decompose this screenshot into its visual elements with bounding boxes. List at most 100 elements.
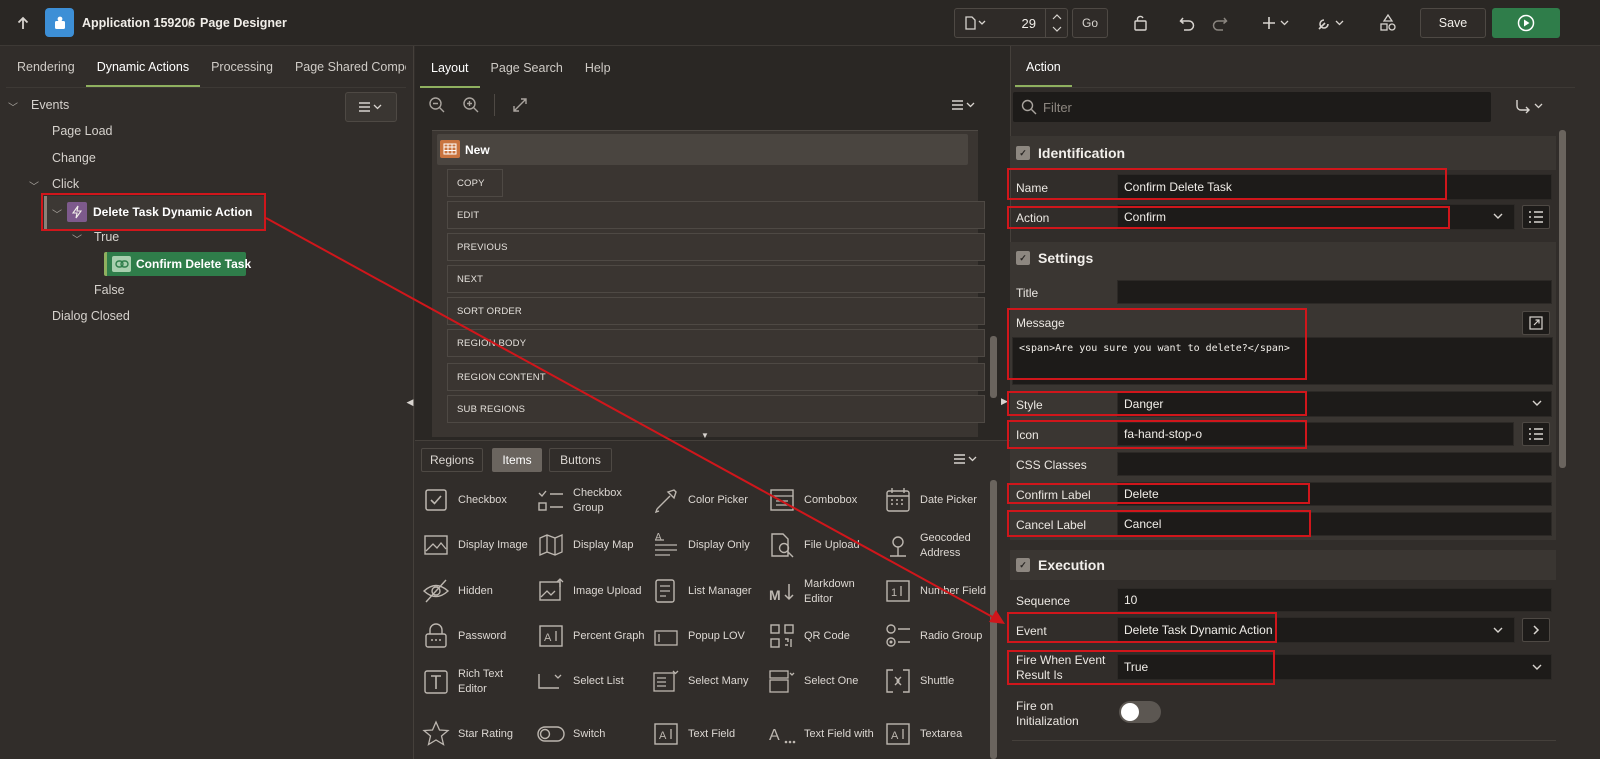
message-textarea[interactable]: <span>Are you sure you want to delete?</…: [1012, 337, 1553, 385]
tree-node-events[interactable]: Events: [31, 98, 69, 112]
event-chevron-down-icon[interactable]: [1492, 624, 1504, 636]
expand-editor-icon[interactable]: [1522, 311, 1550, 335]
gallery-item-rich-text-editor[interactable]: Rich Text Editor: [422, 667, 534, 697]
properties-scrollbar[interactable]: [1559, 130, 1566, 468]
sequence-input[interactable]: 10: [1117, 588, 1552, 612]
gallery-item-combobox[interactable]: Combobox: [768, 486, 857, 514]
identification-section-toggle[interactable]: ✓ Identification: [1016, 145, 1125, 161]
gallery-tab-items[interactable]: Items: [492, 448, 542, 472]
cancel-label-input[interactable]: Cancel: [1117, 512, 1552, 536]
icon-picker-list-icon[interactable]: [1522, 422, 1550, 446]
execution-section-toggle[interactable]: ✓ Execution: [1016, 557, 1105, 573]
slot-region-body[interactable]: REGION BODY: [447, 329, 985, 357]
page-type-dropdown[interactable]: [958, 8, 994, 38]
slot-region-content[interactable]: REGION CONTENT: [447, 363, 985, 391]
fire-when-chevron-down-icon[interactable]: [1531, 661, 1543, 673]
tab-help[interactable]: Help: [574, 61, 622, 88]
page-stepper[interactable]: [1045, 9, 1067, 37]
tree-node-confirm-action[interactable]: Confirm Delete Task: [104, 252, 251, 276]
up-arrow-icon[interactable]: [12, 8, 34, 38]
gallery-item-number-field[interactable]: 1 Number Field: [884, 577, 986, 605]
gallery-item-popup-lov[interactable]: Popup LOV: [652, 622, 745, 650]
filter-input[interactable]: Filter: [1013, 92, 1491, 122]
style-select[interactable]: Danger: [1117, 391, 1552, 417]
gallery-item-password[interactable]: Password: [422, 622, 506, 650]
gallery-item-checkbox[interactable]: Checkbox: [422, 486, 507, 514]
tree-node-false[interactable]: False: [94, 283, 125, 297]
name-input[interactable]: Confirm Delete Task: [1117, 174, 1552, 200]
tab-page-shared-components[interactable]: Page Shared Components: [284, 60, 406, 87]
gallery-item-markdown-editor[interactable]: M Markdown Editor: [768, 577, 882, 607]
collapse-right-icon[interactable]: ▶: [1001, 396, 1010, 410]
gallery-item-shuttle[interactable]: Shuttle: [884, 667, 954, 695]
event-select[interactable]: Delete Task Dynamic Action: [1117, 617, 1515, 643]
gallery-item-textarea[interactable]: A Textarea: [884, 720, 962, 748]
css-classes-input[interactable]: [1117, 452, 1552, 476]
tree-node-dynamic-action[interactable]: ﹀ Delete Task Dynamic Action: [44, 196, 264, 230]
event-go-to-icon[interactable]: [1522, 618, 1550, 642]
action-select[interactable]: Confirm: [1117, 204, 1515, 230]
gallery-item-image-upload[interactable]: Image Upload: [537, 577, 642, 605]
tab-page-search[interactable]: Page Search: [480, 61, 574, 88]
slot-previous[interactable]: PREVIOUS: [447, 233, 985, 261]
utilities-wrench-icon[interactable]: [1313, 8, 1351, 38]
shared-components-icon[interactable]: [1374, 8, 1402, 38]
settings-section-toggle[interactable]: ✓ Settings: [1016, 250, 1093, 266]
title-input[interactable]: [1117, 280, 1552, 304]
gallery-item-text-field[interactable]: A Text Field: [652, 720, 735, 748]
gallery-tab-regions[interactable]: Regions: [421, 448, 483, 472]
gallery-item-display-image[interactable]: Display Image: [422, 531, 528, 559]
action-list-icon[interactable]: [1522, 205, 1550, 229]
redo-icon[interactable]: [1207, 8, 1233, 38]
gallery-item-list-manager[interactable]: List Manager: [652, 577, 752, 605]
tab-rendering[interactable]: Rendering: [6, 60, 86, 87]
action-chevron-down-icon[interactable]: [1492, 210, 1504, 222]
gallery-item-switch[interactable]: Switch: [537, 720, 605, 748]
gallery-item-color-picker[interactable]: Color Picker: [652, 486, 748, 514]
tab-processing[interactable]: Processing: [200, 60, 284, 87]
layout-scrollbar[interactable]: [990, 336, 997, 398]
gallery-item-qr-code[interactable]: QR Code: [768, 622, 850, 650]
tab-dynamic-actions[interactable]: Dynamic Actions: [85, 60, 201, 87]
tree-node-click[interactable]: Click: [52, 177, 79, 191]
lock-page-icon[interactable]: [1126, 8, 1154, 38]
app-icon[interactable]: [45, 8, 74, 37]
gallery-item-star-rating[interactable]: Star Rating: [422, 720, 513, 748]
fire-when-select[interactable]: True: [1117, 654, 1552, 680]
gallery-item-select-one[interactable]: Select One: [768, 667, 858, 695]
gallery-item-radio-group[interactable]: Radio Group: [884, 622, 982, 650]
tab-layout[interactable]: Layout: [420, 61, 480, 88]
slot-edit[interactable]: EDIT: [447, 201, 985, 229]
gallery-tab-buttons[interactable]: Buttons: [549, 448, 612, 472]
tree-node-change[interactable]: Change: [52, 151, 96, 165]
gallery-item-file-upload[interactable]: File Upload: [768, 531, 860, 559]
gallery-item-hidden[interactable]: Hidden: [422, 577, 493, 605]
layout-menu-icon[interactable]: [950, 98, 978, 112]
page-number-input[interactable]: 29: [996, 9, 1044, 37]
gallery-item-date-picker[interactable]: Date Picker: [884, 486, 977, 514]
true-chevron-icon[interactable]: ﹀: [72, 231, 82, 246]
slot-next[interactable]: NEXT: [447, 265, 985, 293]
tree-node-dialog-closed[interactable]: Dialog Closed: [52, 309, 130, 323]
expand-icon[interactable]: [512, 97, 528, 113]
gallery-item-select-list[interactable]: Select List: [537, 667, 624, 695]
tab-action[interactable]: Action: [1015, 60, 1072, 87]
gallery-item-display-map[interactable]: Display Map: [537, 531, 634, 559]
slot-copy[interactable]: COPY: [447, 169, 503, 197]
create-menu-icon[interactable]: [1258, 8, 1296, 38]
collapse-left-icon[interactable]: ◀: [406, 394, 414, 410]
gallery-item-text-field-with[interactable]: A Text Field with: [768, 720, 874, 748]
tree-node-page-load[interactable]: Page Load: [52, 124, 112, 138]
splitter-handle-icon[interactable]: ▼: [701, 431, 709, 440]
da-chevron-icon[interactable]: ﹀: [52, 206, 62, 221]
slot-sort-order[interactable]: SORT ORDER: [447, 297, 985, 325]
zoom-out-icon[interactable]: [428, 96, 446, 114]
slot-sub-regions[interactable]: SUB REGIONS: [447, 395, 985, 423]
icon-input[interactable]: fa-hand-stop-o: [1117, 422, 1514, 446]
tree-menu-button[interactable]: [345, 92, 397, 122]
region-header[interactable]: New: [437, 134, 968, 165]
undo-icon[interactable]: [1174, 8, 1200, 38]
gallery-item-checkbox-group[interactable]: Checkbox Group: [537, 486, 655, 516]
go-button[interactable]: Go: [1072, 8, 1108, 38]
events-chevron-icon[interactable]: ﹀: [8, 99, 18, 114]
